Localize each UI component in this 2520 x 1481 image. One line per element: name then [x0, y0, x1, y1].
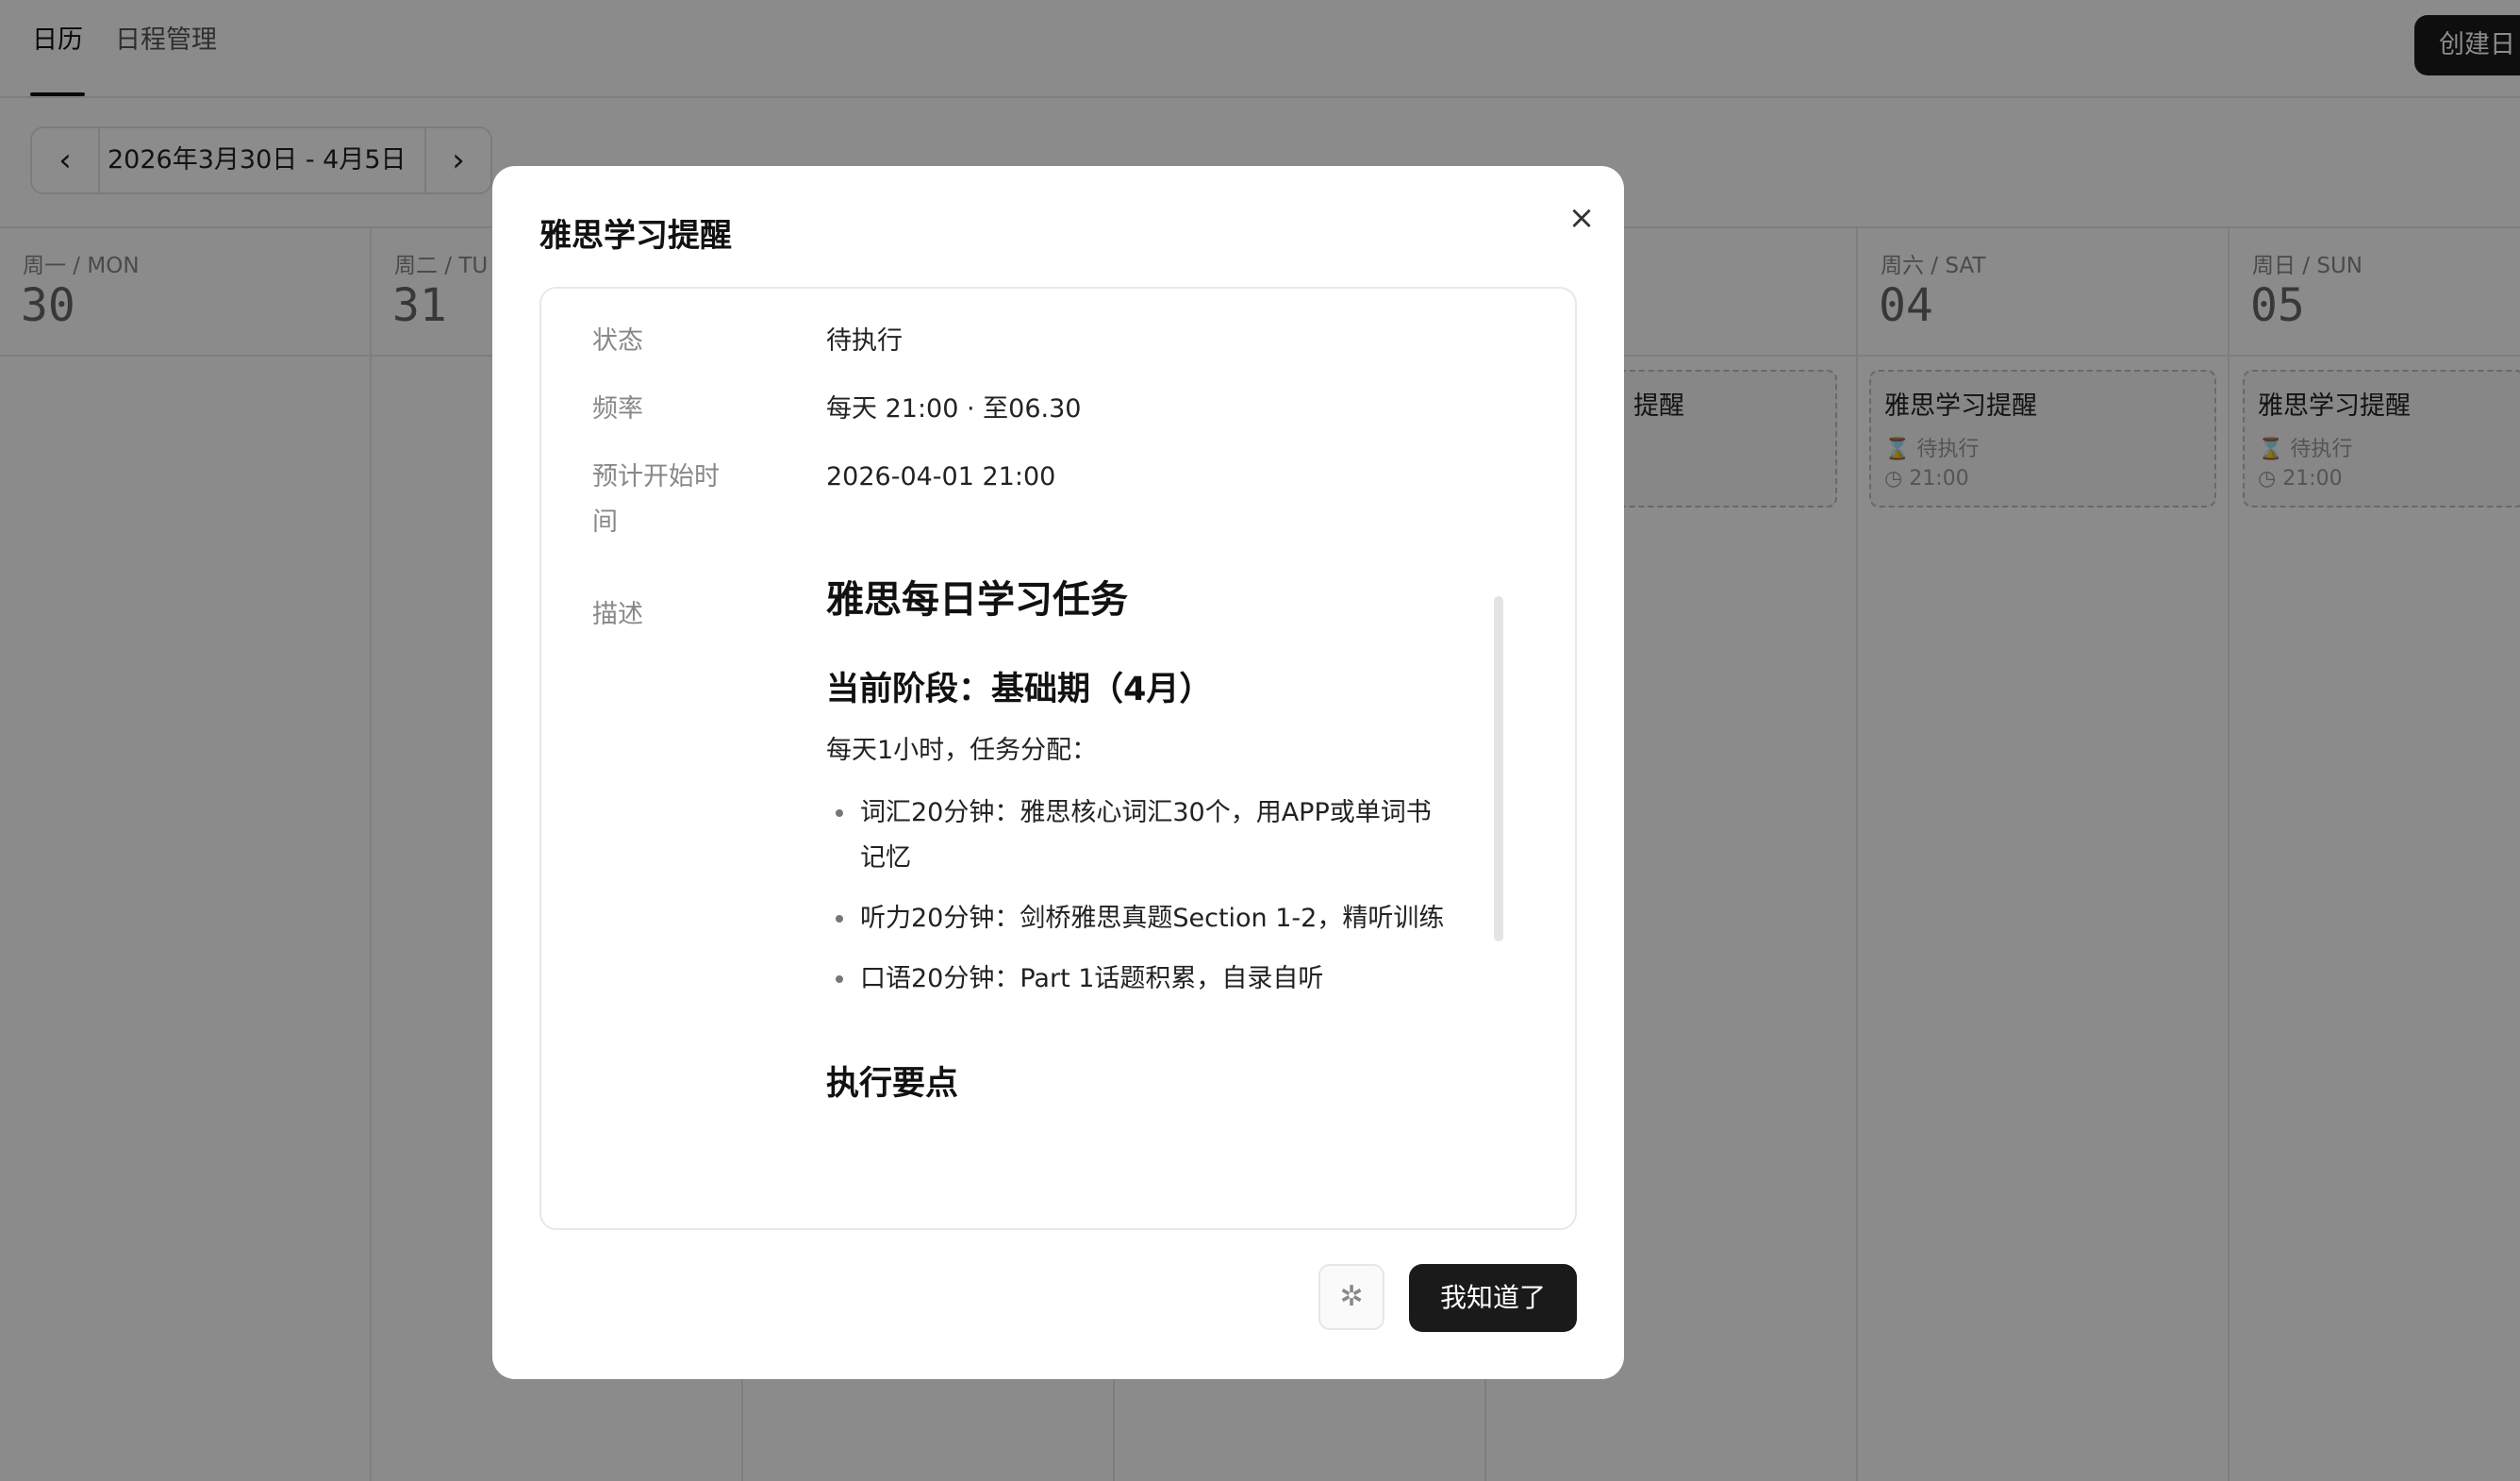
- dialog-title: 雅思学习提醒: [539, 217, 732, 255]
- event-detail-card: 状态 待执行 频率 每天 21:00 · 至06.30 预计开始时 间 2026…: [539, 287, 1577, 1230]
- task-list: 词汇20分钟：雅思核心词汇30个，用APP或单词书 记忆 听力20分钟：剑桥雅思…: [826, 790, 1486, 1002]
- status-label: 状态: [592, 326, 643, 356]
- start-time-value: 2026-04-01 21:00: [826, 462, 1056, 491]
- frequency-label: 频率: [592, 394, 643, 424]
- bullet: [836, 809, 843, 817]
- list-item-text: 词汇20分钟：雅思核心词汇30个，用APP或单词书: [860, 798, 1432, 827]
- close-icon[interactable]: ×: [1558, 194, 1605, 241]
- bullet: [836, 915, 843, 923]
- description-intro: 每天1小时，任务分配：: [826, 736, 1098, 765]
- frequency-value: 每天 21:00 · 至06.30: [826, 394, 1082, 424]
- calendar-app: 日历 日程管理 创建日 ‹ 2026年3月30日 - 4月5日 › 周一 / M…: [0, 0, 2520, 1481]
- list-item-text: 口语20分钟：Part 1话题积累，自录自听: [860, 964, 1324, 993]
- list-item: 听力20分钟：剑桥雅思真题Section 1-2，精听训练: [826, 896, 1486, 941]
- key-points-heading: 执行要点: [826, 1065, 959, 1103]
- description-label: 描述: [592, 600, 643, 629]
- bug-icon: ✲: [1339, 1280, 1364, 1313]
- status-value: 待执行: [826, 326, 903, 356]
- start-time-label-cont: 间: [592, 508, 618, 537]
- description-content: 雅思每日学习任务 当前阶段：基础期（4月） 每天1小时，任务分配： 词汇20分钟…: [826, 572, 1486, 1107]
- description-scrollbar[interactable]: [1494, 596, 1503, 941]
- phase-heading: 当前阶段：基础期（4月）: [826, 671, 1213, 708]
- acknowledge-button[interactable]: 我知道了: [1409, 1264, 1577, 1332]
- bullet: [836, 975, 843, 983]
- list-item: 词汇20分钟：雅思核心词汇30个，用APP或单词书 记忆: [826, 790, 1486, 881]
- list-item: 口语20分钟：Part 1话题积累，自录自听: [826, 957, 1486, 1002]
- event-detail-dialog: 雅思学习提醒 × 状态 待执行 频率 每天 21:00 · 至06.30 预计开…: [492, 166, 1624, 1379]
- list-item-text-cont: 记忆: [860, 843, 911, 873]
- start-time-label: 预计开始时: [592, 462, 720, 491]
- bug-report-button[interactable]: ✲: [1318, 1264, 1384, 1330]
- list-item-text: 听力20分钟：剑桥雅思真题Section 1-2，精听训练: [860, 904, 1445, 933]
- description-heading: 雅思每日学习任务: [826, 578, 1128, 622]
